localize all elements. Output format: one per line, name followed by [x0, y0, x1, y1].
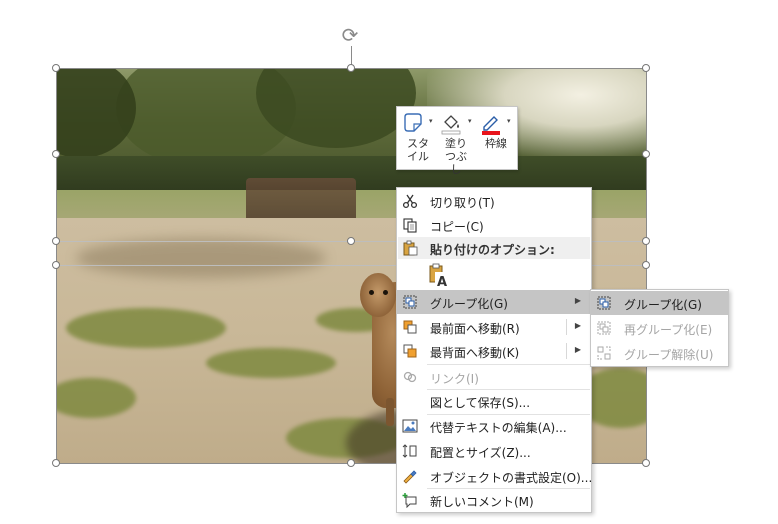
menu-item-format-object[interactable]: オブジェクトの書式設定(O)... [397, 464, 592, 488]
inner-handle-top-left[interactable] [52, 237, 60, 245]
inner-handle-bottom-right[interactable] [642, 261, 650, 269]
scissors-icon [402, 193, 418, 209]
resize-handle-top-right[interactable] [642, 64, 650, 72]
resize-handle-bottom-right[interactable] [642, 459, 650, 467]
alt-text-icon [402, 418, 418, 434]
menu-item-link[interactable]: リンク(I) [397, 365, 591, 389]
paste-option-keep-text-only-button[interactable]: A [427, 262, 451, 288]
resize-handle-top[interactable] [347, 64, 355, 72]
photo-bench [246, 178, 356, 222]
menu-item-save-as-picture[interactable]: 図として保存(S)... [397, 389, 591, 413]
regroup-icon [596, 320, 612, 336]
bring-to-front-icon [402, 319, 418, 335]
resize-handle-right[interactable] [642, 150, 650, 158]
paste-options-header: 貼り付けのオプション: [398, 237, 590, 259]
inner-handle-bottom-left[interactable] [52, 261, 60, 269]
photo-alpaca-head [360, 273, 396, 317]
link-icon [402, 369, 418, 385]
menu-item-copy[interactable]: コピー(C) [397, 213, 591, 237]
resize-handle-top-left[interactable] [52, 64, 60, 72]
submenu-arrow-icon: ▶ [574, 296, 581, 305]
resize-handle-bottom[interactable] [347, 459, 355, 467]
size-position-icon [402, 443, 418, 459]
copy-icon [402, 217, 418, 233]
menu-item-new-comment[interactable]: 新しいコメント(M) [397, 488, 591, 512]
photo-grass-patch [206, 348, 336, 378]
chevron-down-icon: ▾ [429, 117, 433, 125]
clipboard-icon [402, 240, 418, 256]
menu-item-group[interactable]: グループ化(G) ▶ [397, 290, 591, 314]
group-icon [596, 295, 612, 311]
submenu-item-regroup[interactable]: 再グループ化(E) [591, 316, 728, 340]
submenu-item-ungroup[interactable]: グループ解除(U) [591, 341, 728, 365]
group-submenu: グループ化(G) 再グループ化(E) グループ解除(U) [590, 289, 729, 367]
ungroup-icon [596, 345, 612, 361]
send-to-back-icon [402, 343, 418, 359]
paste-text-only-icon: A [429, 263, 449, 288]
submenu-arrow-icon[interactable]: ▶ [575, 345, 581, 354]
menu-item-cut[interactable]: 切り取り(T) [397, 189, 591, 213]
menu-item-size-and-position[interactable]: 配置とサイズ(Z)... [397, 439, 591, 463]
menu-item-edit-alt-text[interactable]: 代替テキストの編集(A)... [397, 414, 591, 438]
resize-handle-bottom-left[interactable] [52, 459, 60, 467]
format-brush-icon [402, 468, 418, 484]
chevron-down-icon: ▾ [507, 117, 511, 125]
inner-handle-top-right[interactable] [642, 237, 650, 245]
svg-text:A: A [437, 275, 447, 288]
photo-grass-patch [66, 308, 226, 348]
submenu-arrow-icon[interactable]: ▶ [575, 321, 581, 330]
photo-shadow [76, 238, 326, 278]
context-menu: 切り取り(T) コピー(C) 貼り付けのオプション: A グループ化(G) ▶ … [396, 187, 592, 513]
menu-item-bring-to-front[interactable]: 最前面へ移動(R) ▶ [397, 315, 591, 339]
group-icon [402, 294, 418, 310]
inner-handle-top[interactable] [347, 237, 355, 245]
resize-handle-left[interactable] [52, 150, 60, 158]
new-comment-icon [402, 492, 418, 508]
chevron-down-icon: ▾ [468, 117, 472, 125]
menu-item-send-to-back[interactable]: 最背面へ移動(K) ▶ [397, 339, 591, 363]
submenu-item-group[interactable]: グループ化(G) [591, 291, 728, 315]
mini-toolbar: スタイル ▾ 塗りつぶし ▾ 枠線 ▾ [396, 106, 518, 176]
rotate-handle-icon[interactable]: ⟳ [339, 24, 361, 46]
